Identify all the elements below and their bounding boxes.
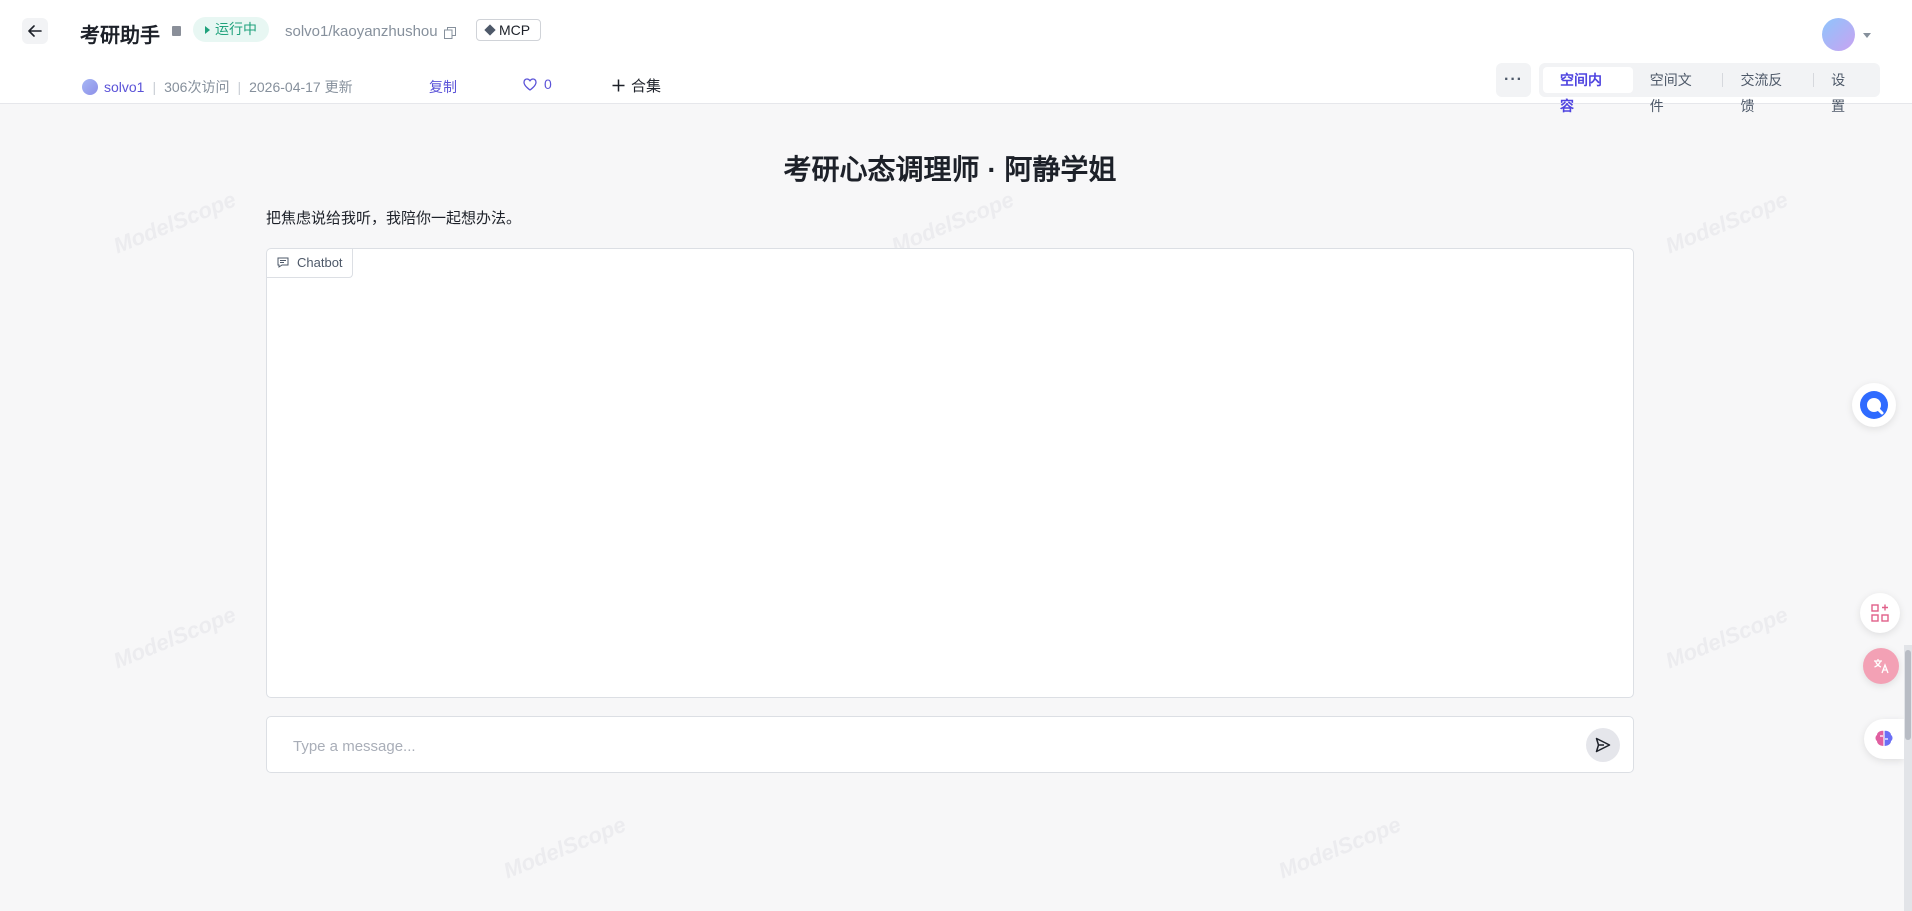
- copy-space-button[interactable]: 复制: [429, 77, 457, 97]
- translate-float-button[interactable]: [1863, 648, 1899, 684]
- play-icon: [205, 26, 210, 34]
- assistant-icon: [1860, 391, 1888, 419]
- message-composer: [266, 716, 1634, 773]
- watermark: ModelScope: [1661, 186, 1792, 259]
- tab-feedback[interactable]: 交流反馈: [1723, 67, 1813, 114]
- space-meta: solvo1 | 306次访问 | 2026-04-17 更新: [82, 77, 353, 97]
- space-title: 考研助手: [80, 25, 160, 47]
- like-button[interactable]: 0: [523, 76, 552, 92]
- status-text: 运行中: [215, 21, 257, 37]
- tab-settings[interactable]: 设置: [1814, 67, 1876, 114]
- visit-count: 306次访问: [164, 79, 230, 95]
- message-input[interactable]: [291, 731, 1555, 761]
- arrow-left-icon: [28, 25, 42, 37]
- collect-label: 合集: [631, 78, 662, 95]
- apps-icon: [1871, 604, 1889, 622]
- update-date: 2026-04-17 更新: [249, 79, 353, 95]
- diamond-icon: [484, 24, 496, 36]
- app-title: 考研心态调理师 · 阿静学姐: [783, 154, 1117, 185]
- author-avatar: [82, 79, 98, 95]
- chatbot-panel: Chatbot: [266, 248, 1634, 698]
- copy-icon[interactable]: [444, 27, 456, 39]
- more-options-button[interactable]: ···: [1496, 63, 1531, 97]
- chat-bubble-icon: [277, 257, 289, 268]
- tab-space-files[interactable]: 空间文件: [1633, 67, 1723, 114]
- heart-icon: [523, 77, 537, 91]
- divider: |: [237, 79, 242, 95]
- watermark: ModelScope: [109, 186, 240, 259]
- watermark: ModelScope: [1661, 601, 1792, 674]
- translate-icon: [1874, 659, 1889, 674]
- repo-path: solvo1/kaoyanzhushou: [285, 23, 438, 40]
- space-header: 考研助手 运行中 solvo1/kaoyanzhushou MCP solvo1…: [0, 0, 1912, 114]
- mcp-badge[interactable]: MCP: [476, 19, 542, 41]
- user-avatar[interactable]: [1822, 18, 1855, 51]
- send-button[interactable]: [1586, 728, 1620, 762]
- assistant-float-button[interactable]: [1852, 383, 1896, 427]
- divider: |: [152, 79, 157, 95]
- pin-icon: [172, 26, 181, 36]
- tab-space-content[interactable]: 空间内容: [1543, 67, 1633, 114]
- plus-icon: [612, 79, 625, 92]
- app-subtitle: 把焦虑说给我听，我陪你一起想办法。: [266, 210, 522, 227]
- send-icon: [1595, 737, 1611, 753]
- watermark: ModelScope: [1274, 811, 1405, 884]
- space-tabs: 空间内容 空间文件 交流反馈 设置: [1539, 63, 1880, 114]
- back-button[interactable]: [22, 18, 48, 44]
- add-collection-button[interactable]: 合集: [612, 75, 661, 96]
- status-badge: 运行中: [193, 17, 269, 42]
- apps-float-button[interactable]: [1860, 593, 1900, 633]
- brain-icon: [1875, 730, 1893, 746]
- watermark: ModelScope: [109, 601, 240, 674]
- chevron-down-icon[interactable]: [1863, 33, 1871, 38]
- mcp-label: MCP: [499, 22, 531, 38]
- author-link[interactable]: solvo1: [104, 79, 144, 95]
- brain-float-button[interactable]: [1864, 719, 1904, 759]
- watermark: ModelScope: [499, 811, 630, 884]
- like-count: 0: [544, 76, 552, 92]
- chatbot-label: Chatbot: [267, 249, 353, 278]
- chatbot-label-text: Chatbot: [297, 255, 343, 270]
- scrollbar-thumb[interactable]: [1905, 650, 1911, 740]
